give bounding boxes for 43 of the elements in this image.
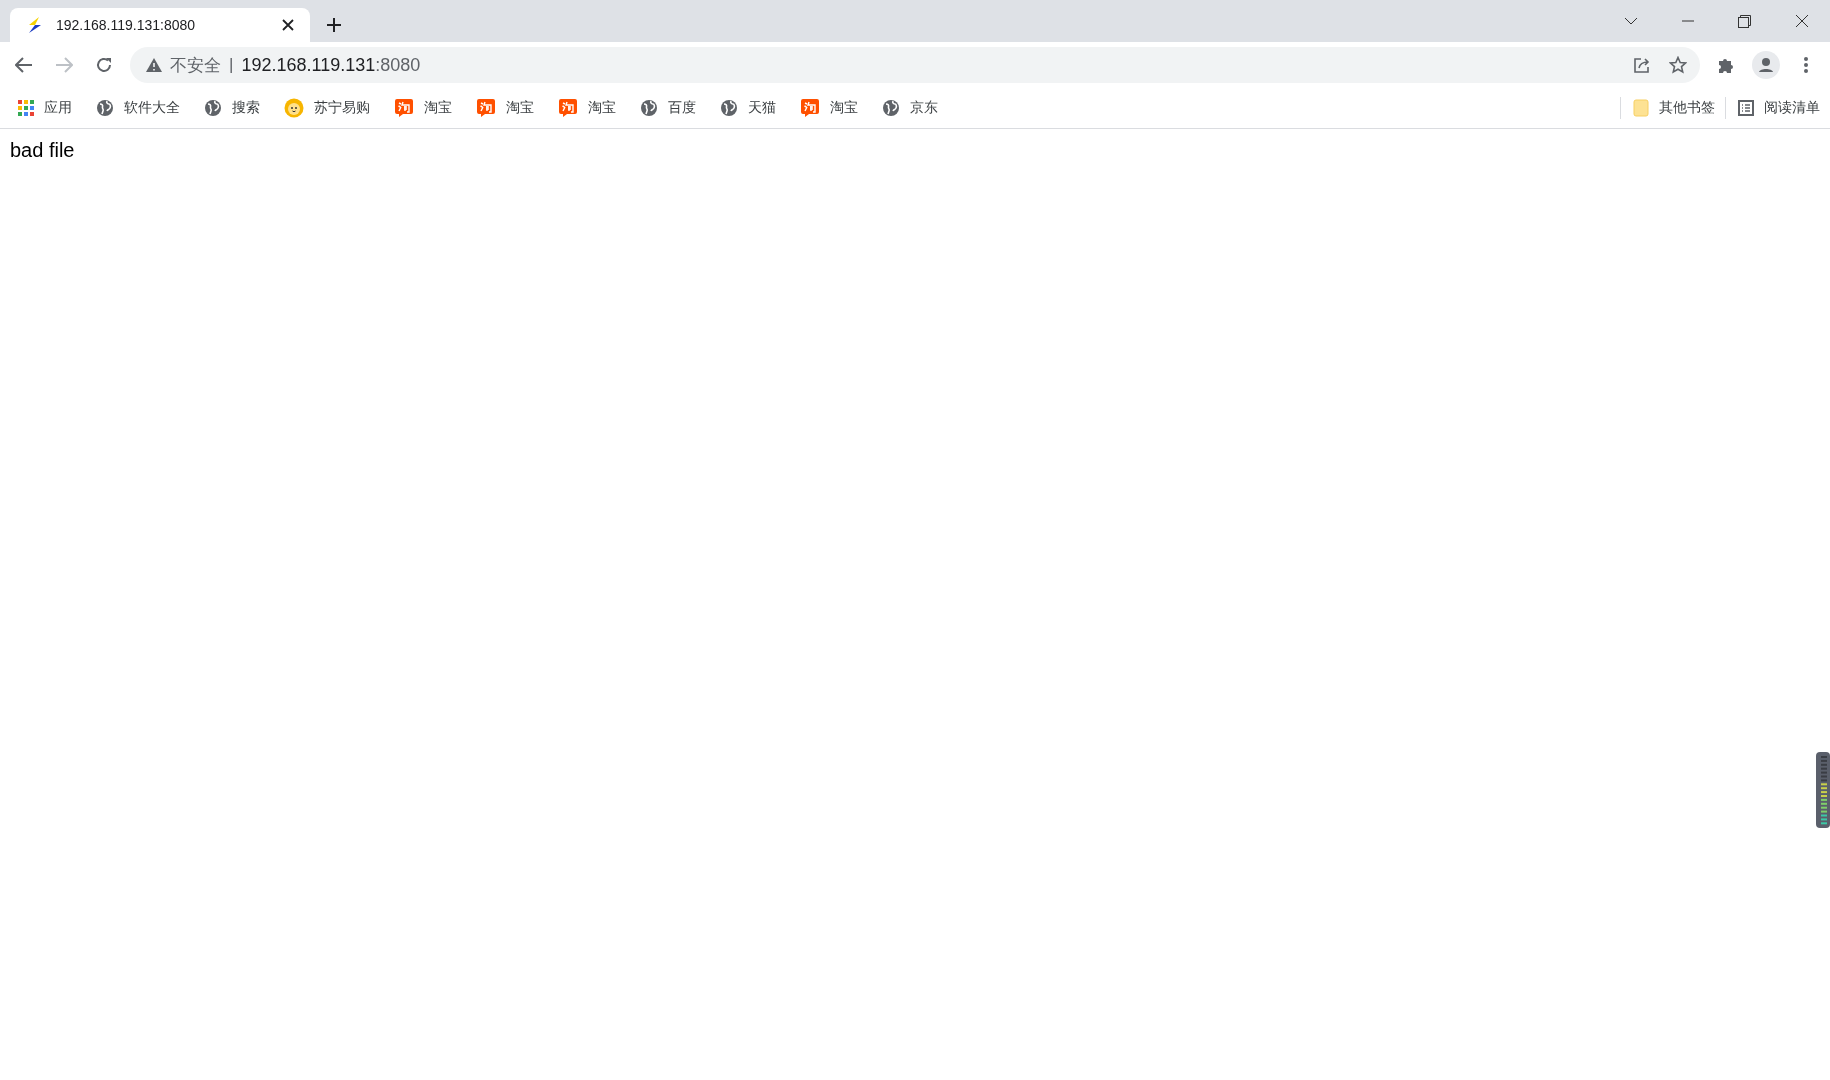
close-icon[interactable] [1794, 14, 1809, 28]
other-bookmarks-link[interactable]: 其他书签 [1633, 92, 1725, 124]
taobao-icon [394, 98, 414, 118]
globe-icon [640, 99, 658, 117]
profile-avatar-icon[interactable] [1752, 51, 1780, 79]
globe-icon [882, 99, 900, 117]
chevron-down-icon[interactable] [1623, 17, 1638, 25]
globe-icon [204, 99, 222, 117]
bookmark-link[interactable]: 淘宝 [800, 92, 868, 124]
list-icon [1738, 100, 1754, 116]
globe-icon [720, 99, 738, 117]
folder-icon [1633, 99, 1649, 117]
bookmark-link[interactable]: 软件大全 [96, 92, 190, 124]
page-text: bad file [10, 139, 76, 162]
bookmark-link[interactable]: 淘宝 [558, 92, 626, 124]
address-bar[interactable]: 不安全 | 192.168.119.131:8080 [130, 47, 1700, 83]
warning-icon [146, 58, 162, 72]
lion-face-icon [284, 98, 304, 118]
not-secure-label: 不安全 [170, 54, 221, 77]
bookmark-link[interactable]: 淘宝 [394, 92, 462, 124]
bookmark-link[interactable]: 搜索 [204, 92, 270, 124]
url-host: 192.168.119.131 [241, 54, 376, 76]
new-tab-plus-icon[interactable] [326, 17, 342, 33]
separator: | [229, 55, 234, 75]
reading-list-link[interactable]: 阅读清单 [1738, 92, 1830, 124]
bookmark-link[interactable]: 京东 [882, 92, 948, 124]
minimize-icon[interactable] [1681, 20, 1694, 22]
reload-icon[interactable] [95, 56, 113, 74]
browser-tab[interactable]: 192.168.119.131:8080 [10, 8, 310, 42]
back-arrow-icon[interactable] [15, 57, 33, 73]
restore-icon[interactable] [1738, 14, 1751, 28]
bookmark-link[interactable]: 百度 [640, 92, 706, 124]
bookmark-link[interactable]: 天猫 [720, 92, 786, 124]
url-port: :8080 [375, 54, 421, 76]
tab-title: 192.168.119.131:8080 [56, 17, 197, 33]
bookmark-link[interactable]: 应用 [18, 92, 82, 124]
taobao-icon [476, 98, 496, 118]
apps-grid-icon [18, 100, 34, 116]
bookmark-link[interactable]: 苏宁易购 [284, 92, 380, 124]
taobao-icon [558, 98, 578, 118]
globe-icon [96, 99, 114, 117]
taobao-icon [800, 98, 820, 118]
bookmark-link[interactable]: 淘宝 [476, 92, 544, 124]
